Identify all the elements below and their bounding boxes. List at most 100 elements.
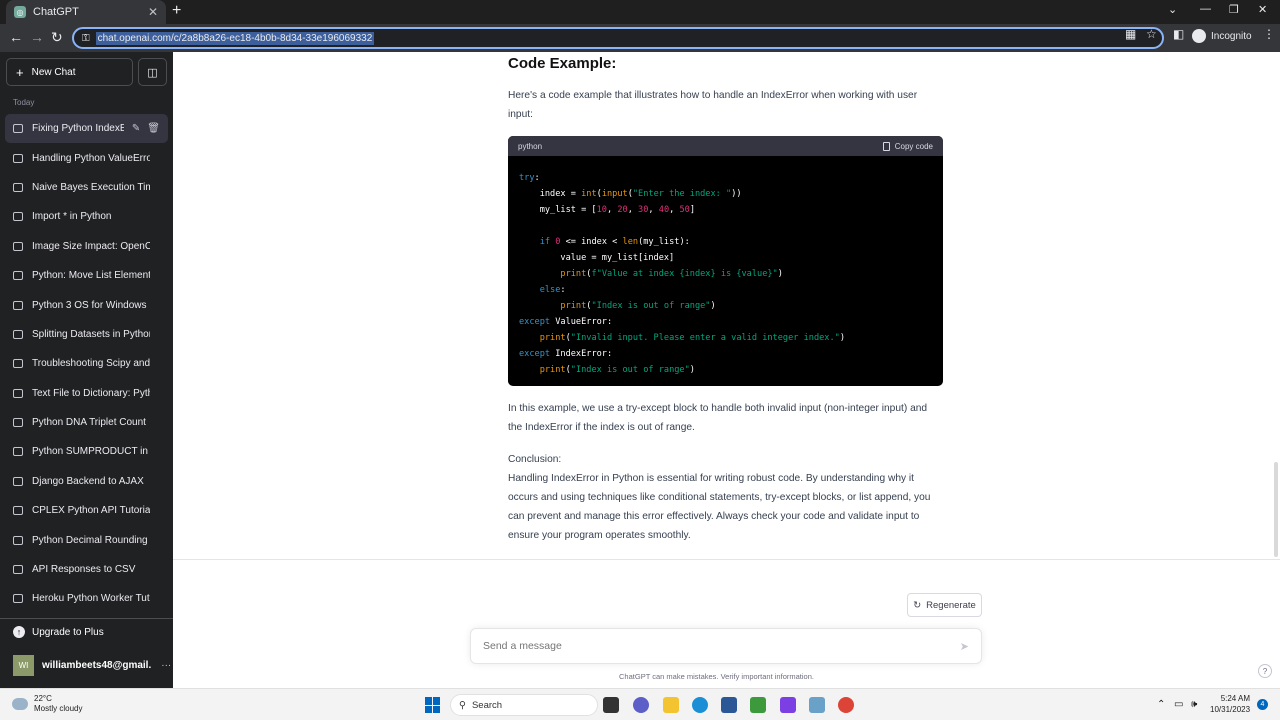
conclusion-title: Conclusion: [508, 454, 562, 465]
excel-icon[interactable] [750, 697, 766, 713]
sidebar: + New Chat ◫ Today Fixing Python IndexEr… [0, 52, 173, 688]
vpn-app-icon[interactable] [780, 697, 796, 713]
new-chat-button[interactable]: + New Chat [6, 58, 133, 86]
help-button[interactable]: ? [1258, 664, 1272, 678]
chat-history-item[interactable]: API Responses to CSV [5, 555, 168, 584]
chat-history-item[interactable]: Naive Bayes Execution Time [5, 173, 168, 202]
store-icon[interactable] [721, 697, 737, 713]
url-text[interactable]: chat.openai.com/c/2a8b8a26-ec18-4b0b-8d3… [95, 31, 375, 45]
plus-icon: + [16, 64, 24, 80]
chat-history-item[interactable]: Splitting Datasets in Python [5, 320, 168, 349]
chat-bubble-icon [13, 535, 23, 545]
chat-app-icon[interactable] [633, 697, 649, 713]
regenerate-label: Regenerate [926, 599, 976, 611]
edit-icon[interactable]: ✎ [132, 123, 140, 134]
chat-history-label: Python Decimal Rounding Tu [32, 534, 150, 546]
chat-history-item[interactable]: Heroku Python Worker Tutor [5, 584, 168, 613]
reload-icon[interactable]: ↻ [51, 29, 63, 46]
chat-bubble-icon [13, 359, 23, 369]
tab-close-icon[interactable]: ✕ [148, 5, 158, 19]
browser-menu-icon[interactable]: ⋮ [1263, 27, 1275, 41]
code-content: try: index = int(input("Enter the index:… [519, 173, 845, 375]
chat-history-item[interactable]: Python SUMPRODUCT in Ne [5, 437, 168, 466]
regenerate-button[interactable]: ↻ Regenerate [907, 593, 982, 617]
chat-history-item[interactable]: Image Size Impact: OpenCV [5, 232, 168, 261]
chat-history-list: Fixing Python IndexError✎🗑Handling Pytho… [5, 114, 168, 614]
side-panel-icon[interactable]: ◧ [1173, 27, 1184, 41]
message-input[interactable] [483, 640, 943, 652]
tab-search-icon[interactable]: ⌄ [1168, 3, 1177, 16]
close-sidebar-button[interactable]: ◫ [138, 58, 167, 86]
chat-history-label: Python SUMPRODUCT in Ne [32, 446, 150, 458]
volume-icon[interactable]: 🕪 [1191, 699, 1197, 710]
bookmark-star-icon[interactable]: ☆ [1146, 27, 1157, 41]
chat-bubble-icon [13, 565, 23, 575]
chrome-icon[interactable] [838, 697, 854, 713]
chat-history-label: Python: Move List Elements [32, 270, 150, 282]
copy-code-button[interactable]: Copy code [882, 141, 933, 151]
chat-bubble-icon [13, 594, 23, 604]
chat-history-item[interactable]: Django Backend to AJAX [5, 467, 168, 496]
chat-history-label: Django Backend to AJAX [32, 475, 144, 487]
chat-history-item[interactable]: Python 3 OS for Windows [5, 290, 168, 319]
chat-history-label: Troubleshooting Scipy and S [32, 358, 150, 370]
chat-history-item[interactable]: Text File to Dictionary: Pytho [5, 379, 168, 408]
windows-start-icon[interactable] [425, 697, 441, 713]
system-clock[interactable]: 5:24 AM 10/31/2023 [1210, 693, 1250, 715]
chat-history-item[interactable]: CPLEX Python API Tutorial [5, 496, 168, 525]
tray-overflow-icon[interactable]: ⌃ [1157, 699, 1165, 710]
minimize-icon[interactable]: — [1200, 3, 1211, 15]
chat-history-item[interactable]: Python: Move List Elements [5, 261, 168, 290]
new-tab-icon[interactable]: + [172, 2, 181, 20]
taskbar-search[interactable]: ⚲ Search [450, 694, 598, 716]
image-viewer-icon[interactable] [809, 697, 825, 713]
chat-history-item[interactable]: Import * in Python [5, 202, 168, 231]
code-block-header: python Copy code [508, 136, 943, 156]
qr-code-icon[interactable]: ▦ [1125, 27, 1136, 41]
chat-bubble-icon [13, 447, 23, 457]
incognito-label: Incognito [1211, 30, 1252, 42]
copy-code-label: Copy code [894, 141, 933, 151]
weather-widget[interactable]: 22°C Mostly cloudy [12, 694, 82, 714]
network-icon[interactable]: ▭ [1174, 699, 1183, 710]
address-bar[interactable]: ⚿ chat.openai.com/c/2a8b8a26-ec18-4b0b-8… [72, 27, 1164, 49]
upgrade-arrow-icon: ↑ [13, 626, 25, 638]
new-chat-label: New Chat [31, 66, 76, 78]
browser-tab[interactable]: ◎ ChatGPT ✕ [6, 0, 166, 24]
chat-history-item[interactable]: Python DNA Triplet Count [5, 408, 168, 437]
regenerate-icon: ↻ [913, 599, 922, 611]
chat-history-label: Splitting Datasets in Python [32, 328, 150, 340]
scrollbar-thumb[interactable] [1274, 462, 1278, 557]
notification-badge[interactable]: 4 [1257, 699, 1268, 710]
chat-main: Code Example: Here's a code example that… [173, 52, 1280, 688]
chat-history-item[interactable]: Troubleshooting Scipy and S [5, 349, 168, 378]
task-view-icon[interactable] [603, 697, 619, 713]
chat-bubble-icon [13, 418, 23, 428]
window-close-icon[interactable]: ✕ [1258, 3, 1267, 16]
chat-history-item[interactable]: Fixing Python IndexError✎🗑 [5, 114, 168, 144]
clipboard-icon [882, 141, 890, 151]
chat-bubble-icon [13, 124, 23, 134]
site-info-icon[interactable]: ⚿ [82, 33, 90, 44]
chat-history-item[interactable]: Handling Python ValueError [5, 143, 168, 172]
chat-history-label: Python 3 OS for Windows [32, 299, 147, 311]
upgrade-to-plus-button[interactable]: ↑ Upgrade to Plus [13, 626, 104, 638]
send-icon[interactable]: ➤ [960, 640, 969, 653]
taskbar-search-label: Search [471, 699, 503, 711]
chat-history-item[interactable]: Python Decimal Rounding Tu [5, 525, 168, 554]
forward-icon[interactable]: → [30, 29, 44, 45]
delete-icon[interactable]: 🗑 [147, 123, 160, 134]
more-options-icon[interactable]: ··· [161, 660, 171, 671]
browser-toolbar: ← → ↻ ⚿ chat.openai.com/c/2a8b8a26-ec18-… [0, 24, 1280, 52]
incognito-indicator[interactable]: Incognito [1192, 29, 1252, 43]
maximize-icon[interactable]: ❐ [1229, 3, 1239, 16]
user-menu[interactable]: WI williambeets48@gmail. ··· [13, 655, 171, 676]
tab-title: ChatGPT [33, 6, 79, 18]
avatar: WI [13, 655, 34, 676]
conclusion-paragraph: Handling IndexError in Python is essenti… [508, 473, 931, 541]
back-icon[interactable]: ← [9, 29, 23, 45]
file-explorer-icon[interactable] [663, 697, 679, 713]
edge-browser-icon[interactable] [692, 697, 708, 713]
chat-history-label: Naive Bayes Execution Time [32, 181, 150, 193]
chat-history-label: API Responses to CSV [32, 564, 136, 576]
